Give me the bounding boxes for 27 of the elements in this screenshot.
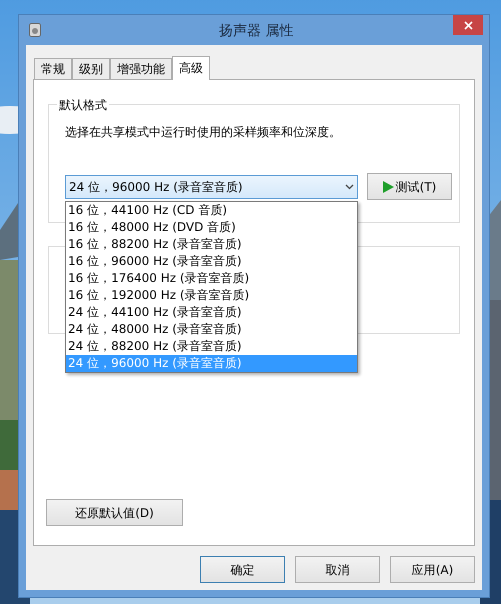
dropdown-option[interactable]: 16 位，48000 Hz (DVD 音质) — [66, 219, 357, 236]
close-icon — [464, 20, 472, 30]
play-icon — [382, 180, 394, 192]
speaker-icon — [29, 23, 41, 37]
dropdown-option[interactable]: 16 位，44100 Hz (CD 音质) — [66, 202, 357, 219]
tab[interactable]: 级别 — [72, 58, 110, 79]
tab[interactable]: 常规 — [34, 58, 72, 79]
tab[interactable]: 高级 — [172, 56, 210, 80]
dropdown-option[interactable]: 16 位，176400 Hz (录音室音质) — [66, 270, 357, 287]
dropdown-option[interactable]: 16 位，96000 Hz (录音室音质) — [66, 253, 357, 270]
dropdown-option[interactable]: 24 位，88200 Hz (录音室音质) — [66, 338, 357, 355]
test-button[interactable]: 测试(T) — [367, 173, 452, 200]
group-legend: 默认格式 — [57, 96, 109, 114]
window-title: 扬声器 属性 — [219, 22, 294, 41]
tab[interactable]: 增强功能 — [110, 58, 172, 79]
dropdown-option[interactable]: 24 位，44100 Hz (录音室音质) — [66, 304, 357, 321]
dropdown-option[interactable]: 16 位，88200 Hz (录音室音质) — [66, 236, 357, 253]
description-text: 选择在共享模式中运行时使用的采样频率和位深度。 — [65, 124, 342, 141]
dialog-button[interactable]: 确定 — [200, 556, 285, 583]
dialog-button[interactable]: 取消 — [295, 556, 380, 583]
close-button[interactable] — [453, 15, 483, 35]
restore-defaults-button[interactable]: 还原默认值(D) — [46, 499, 183, 526]
chevron-down-icon — [345, 184, 354, 190]
dropdown-option[interactable]: 16 位，192000 Hz (录音室音质) — [66, 287, 357, 304]
dialog-button[interactable]: 应用(A) — [390, 556, 475, 583]
dropdown-option[interactable]: 24 位，48000 Hz (录音室音质) — [66, 321, 357, 338]
format-dropdown[interactable]: 24 位，96000 Hz (录音室音质) — [65, 174, 358, 198]
